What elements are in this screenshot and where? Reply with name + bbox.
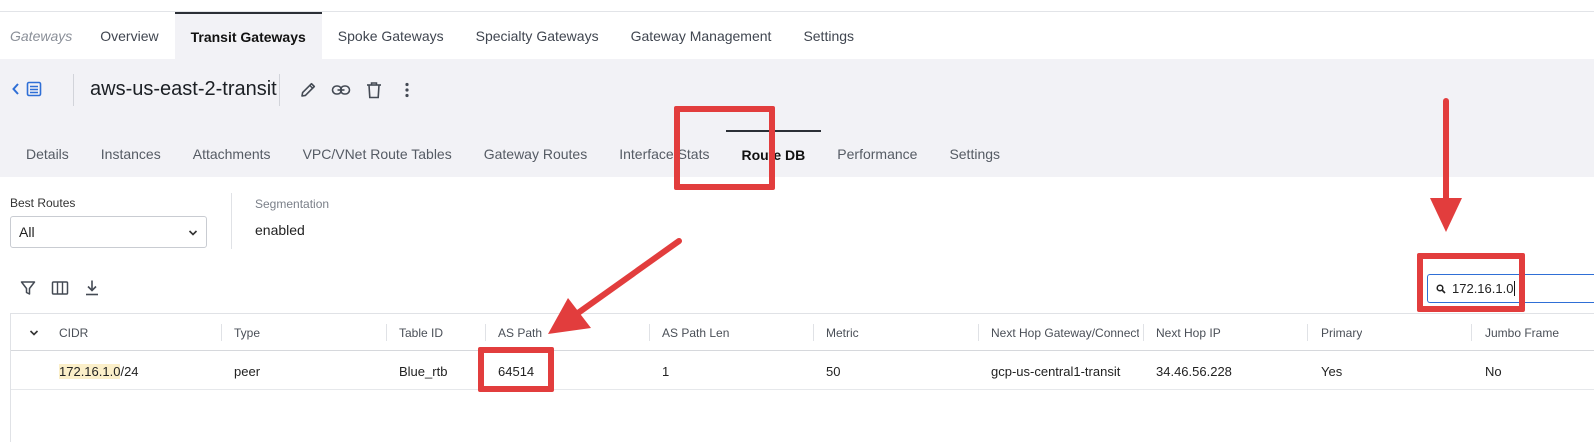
col-cidr[interactable]: CIDR [59, 314, 88, 351]
tab-gateway-management[interactable]: Gateway Management [615, 12, 788, 59]
tab-overview[interactable]: Overview [84, 12, 174, 59]
subtab-vpc-vnet-route-tables[interactable]: VPC/VNet Route Tables [287, 130, 468, 177]
col-as-path[interactable]: AS Path [498, 314, 542, 351]
annotation-box-as-path [478, 347, 554, 392]
cell-next-hop-ip: 34.46.56.228 [1156, 363, 1232, 379]
more-vertical-icon[interactable] [397, 80, 417, 100]
segmentation-value: enabled [255, 222, 305, 238]
best-routes-select[interactable]: All [10, 216, 207, 248]
list-icon [26, 81, 42, 102]
edit-icon[interactable] [298, 80, 318, 100]
table-row[interactable]: 172.16.1.0/24 peer Blue_rtb 64514 1 50 g… [11, 352, 1594, 390]
cell-metric: 50 [826, 363, 841, 379]
subtab-details[interactable]: Details [10, 130, 85, 177]
breadcrumb-gateways[interactable]: Gateways [0, 12, 84, 59]
segmentation-label: Segmentation [255, 197, 330, 211]
col-jumbo-frame[interactable]: Jumbo Frame [1485, 314, 1559, 351]
tab-transit-gateways[interactable]: Transit Gateways [174, 12, 322, 59]
link-icon[interactable] [331, 80, 351, 100]
back-to-list-button[interactable] [12, 81, 52, 101]
col-as-path-len[interactable]: AS Path Len [662, 314, 729, 351]
annotation-box-search [1417, 253, 1525, 312]
gateway-actions [298, 80, 417, 100]
subtab-gateway-routes[interactable]: Gateway Routes [468, 130, 604, 177]
annotation-box-route-db [674, 106, 775, 190]
subtab-attachments[interactable]: Attachments [177, 130, 287, 177]
col-next-hop-ip[interactable]: Next Hop IP [1156, 314, 1221, 351]
cell-jumbo-frame: No [1485, 363, 1502, 379]
route-db-table: CIDR Type Table ID AS Path AS Path Len M… [10, 313, 1594, 442]
column-divider [386, 324, 387, 341]
column-divider [978, 324, 979, 341]
cell-cidr: 172.16.1.0/24 [59, 352, 139, 390]
chevron-down-icon [29, 326, 39, 340]
filter-icon[interactable] [18, 278, 38, 298]
divider [279, 74, 280, 106]
best-routes-value: All [19, 224, 35, 240]
divider [231, 193, 232, 249]
cell-type: peer [234, 363, 261, 379]
chevron-left-icon [12, 82, 20, 100]
column-divider [1307, 324, 1308, 341]
column-divider [485, 324, 486, 341]
columns-icon[interactable] [50, 278, 70, 298]
col-table-id[interactable]: Table ID [399, 314, 443, 351]
download-icon[interactable] [82, 278, 102, 298]
divider [73, 74, 74, 106]
cell-primary: Yes [1321, 363, 1343, 379]
subtab-instances[interactable]: Instances [85, 130, 177, 177]
col-primary[interactable]: Primary [1321, 314, 1362, 351]
col-next-hop-gateway[interactable]: Next Hop Gateway/Connectio [991, 314, 1139, 351]
cell-as-path-len: 1 [662, 363, 670, 379]
cell-next-hop-gateway: gcp-us-central1-transit [991, 363, 1121, 379]
top-border [0, 0, 1594, 12]
column-divider [1143, 324, 1144, 341]
cell-table-id: Blue_rtb [399, 363, 448, 379]
col-type[interactable]: Type [234, 314, 260, 351]
subtab-performance[interactable]: Performance [821, 130, 933, 177]
expand-all-toggle[interactable] [29, 314, 39, 351]
column-divider [221, 324, 222, 341]
gateway-title: aws-us-east-2-transit [90, 78, 277, 100]
table-toolbar [18, 278, 102, 298]
top-nav: Gateways Overview Transit Gateways Spoke… [0, 12, 1594, 59]
cidr-suffix: /24 [120, 363, 139, 379]
trash-icon[interactable] [364, 80, 384, 100]
tab-spoke-gateways[interactable]: Spoke Gateways [322, 12, 460, 59]
table-header: CIDR Type Table ID AS Path AS Path Len M… [11, 314, 1594, 351]
column-divider [813, 324, 814, 341]
tab-specialty-gateways[interactable]: Specialty Gateways [460, 12, 615, 59]
tab-settings[interactable]: Settings [787, 12, 870, 59]
column-divider [1471, 324, 1472, 341]
col-metric[interactable]: Metric [826, 314, 859, 351]
gateway-subtabs: Details Instances Attachments VPC/VNet R… [10, 130, 1016, 177]
column-divider [649, 324, 650, 341]
best-routes-label: Best Routes [10, 196, 76, 210]
subtab-settings[interactable]: Settings [933, 130, 1016, 177]
chevron-down-icon [188, 224, 198, 240]
search-match-highlight: 172.16.1.0 [59, 363, 121, 379]
